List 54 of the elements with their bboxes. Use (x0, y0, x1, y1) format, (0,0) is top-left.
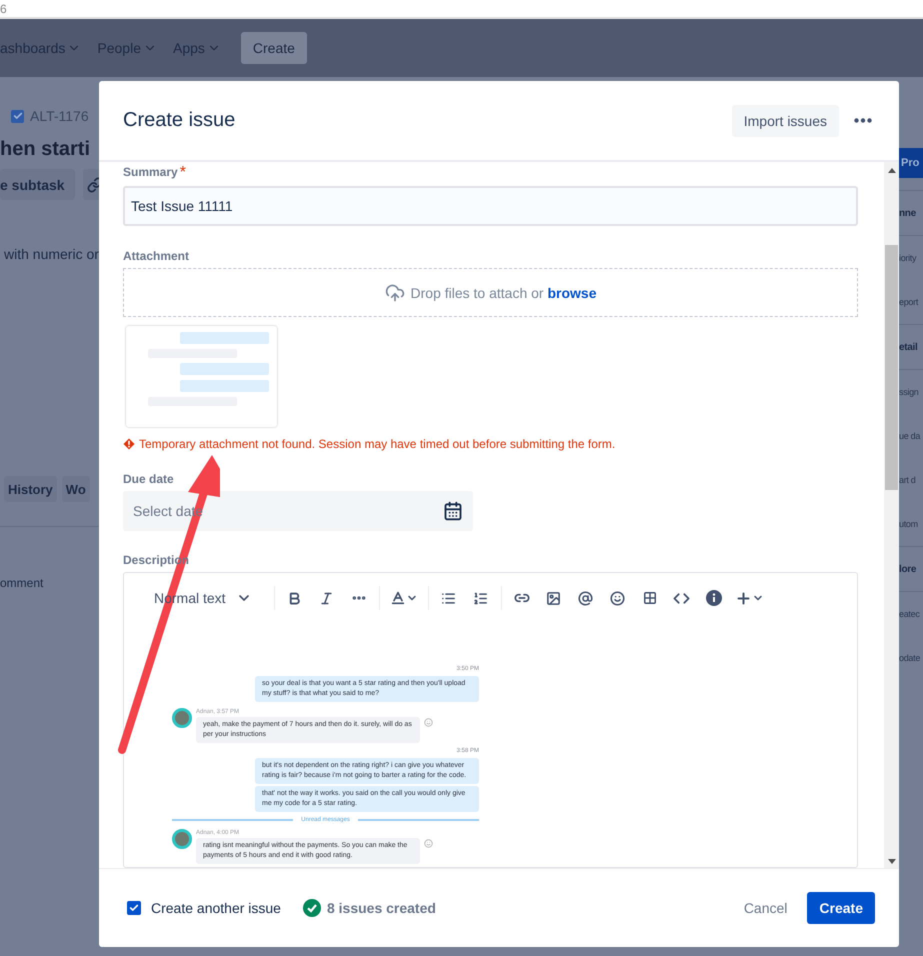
cancel-button[interactable]: Cancel (732, 892, 800, 924)
summary-input[interactable]: Test Issue 11111 (123, 186, 858, 226)
side-heading: etail (899, 324, 923, 370)
description-editor[interactable] (123, 572, 858, 868)
issue-key[interactable]: ALT-1176 (30, 108, 89, 124)
tab-fragment: 6 (0, 2, 7, 14)
side-field-label: odate (899, 652, 922, 665)
side-field-label: eatec (899, 608, 921, 621)
link-icon (86, 176, 99, 192)
avatar (172, 708, 192, 728)
avatar (172, 829, 192, 849)
upload-cloud-icon (384, 282, 405, 302)
nav-create-button[interactable]: Create (240, 32, 307, 64)
error-icon (123, 438, 135, 450)
subtask-button[interactable]: e subtask (0, 169, 75, 200)
calendar-icon[interactable] (443, 501, 463, 521)
file-drop-zone[interactable]: Drop files to attach or browse (123, 268, 858, 317)
field-label: Summary (123, 164, 178, 180)
create-another-checkbox[interactable]: Create another issue (127, 900, 281, 916)
side-field-label: ssign (899, 386, 920, 399)
side-heading: lore (899, 546, 923, 592)
comment-prompt: omment (0, 576, 44, 590)
side-button[interactable]: Pro (899, 148, 923, 178)
attachment-thumbnail[interactable] (126, 326, 277, 427)
issue-title: hen starti (0, 138, 90, 161)
description-text: with numeric or (3, 246, 99, 262)
side-field-label: ue da (899, 430, 922, 443)
browse-link[interactable]: browse (547, 284, 596, 300)
import-issues-button[interactable]: Import issues (732, 104, 839, 136)
scrollbar[interactable] (884, 162, 899, 868)
check-icon (129, 903, 139, 913)
side-field-label: utom (899, 518, 919, 531)
scrollbar-thumb[interactable] (885, 245, 898, 490)
scroll-down-icon[interactable] (888, 859, 896, 864)
error-message: Temporary attachment not found. Session may have timed out before submitting the form. (123, 437, 858, 451)
issues-created-status: 8 issues created (326, 900, 436, 916)
side-field-label: iority (899, 252, 918, 265)
checkbox-icon (11, 110, 24, 122)
create-button[interactable]: Create (807, 892, 875, 924)
smiley-icon (424, 718, 433, 727)
side-heading: nne (899, 190, 923, 236)
activity-tab[interactable]: Wo (62, 476, 90, 502)
dialog-title: Create issue (123, 109, 236, 132)
side-field-label: art d (899, 474, 917, 487)
side-field-label: eport (899, 296, 920, 309)
smiley-icon (424, 839, 433, 848)
field-label: Due date (123, 471, 174, 487)
field-label: Attachment (123, 248, 190, 264)
scroll-up-icon[interactable] (888, 168, 896, 173)
drop-text: Drop files to attach or browse (410, 284, 596, 300)
more-icon (854, 118, 872, 123)
success-check-icon (302, 899, 321, 917)
activity-tab[interactable]: History (4, 476, 57, 502)
required-mark: * (180, 164, 186, 182)
